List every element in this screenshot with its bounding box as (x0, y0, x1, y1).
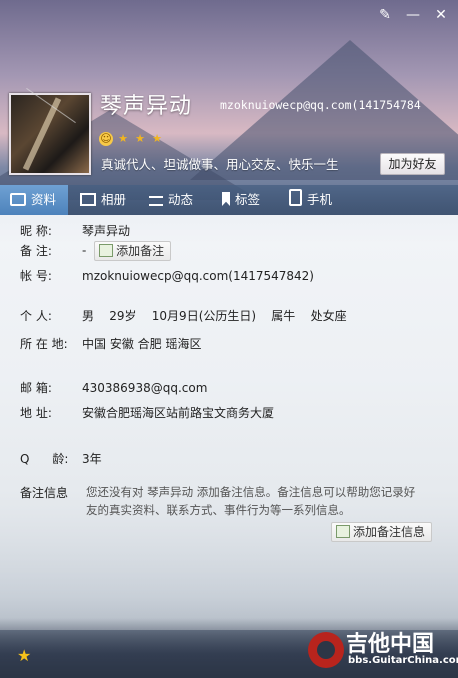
tab-label: 标签 (235, 192, 261, 207)
row-address: 地 址: 安徽合肥瑶海区站前路宝文商务大厦 (20, 404, 274, 421)
field-label: 邮 箱: (20, 381, 52, 395)
tab-tags[interactable]: 标签 (222, 185, 260, 215)
signature: 真诚代人、坦诚做事、用心交友、快乐一生 (101, 157, 339, 172)
field-value: 琴声异动 (82, 224, 131, 238)
tab-label: 动态 (168, 192, 194, 207)
field-label: 备 注: (20, 243, 52, 258)
qq-level[interactable]: ☺ ★ ★ ★ (99, 131, 167, 147)
guitarchina-logo-icon (308, 632, 344, 668)
field-label: 昵 称: (20, 224, 52, 238)
field-label: Q 龄: (20, 452, 69, 466)
button-label: 添加备注信息 (353, 525, 426, 539)
field-value: 中国 安徽 合肥 瑶海区 (82, 337, 202, 351)
add-friend-button[interactable]: 加为好友 (380, 153, 445, 175)
card-icon (10, 193, 26, 206)
field-value: 男 29岁 10月9日(公历生日) 属牛 处女座 (82, 309, 347, 323)
field-value: mzoknuiowecp@qq.com(1417547842) (82, 269, 314, 283)
tab-label: 相册 (101, 192, 127, 207)
watermark-url: bbs.GuitarChina.com (348, 655, 458, 666)
note-description: 您还没有对 琴声异动 添加备注信息。备注信息可以帮助您记录好友的真实资料、联系方… (86, 485, 416, 517)
row-remark: 备 注: - 添加备注 (20, 241, 172, 261)
field-label: 地 址: (20, 406, 52, 420)
star-icon: ★ (118, 132, 128, 145)
field-label: 帐 号: (20, 269, 52, 283)
field-label: 所 在 地: (20, 337, 68, 351)
close-icon[interactable]: ✕ (432, 6, 450, 24)
row-personal: 个 人: 男 29岁 10月9日(公历生日) 属牛 处女座 (20, 307, 347, 324)
star-icon: ★ (152, 132, 162, 145)
note-icon (336, 525, 350, 538)
phone-icon (289, 189, 302, 206)
row-account: 帐 号: mzoknuiowecp@qq.com(1417547842) (20, 267, 314, 284)
note-label: 备注信息 (20, 486, 69, 500)
minimize-icon[interactable]: — (404, 6, 422, 24)
avatar[interactable] (9, 87, 91, 175)
star-icon: ★ (135, 132, 145, 145)
watermark-title: 吉他中国 (346, 632, 435, 657)
watermark: 吉他中国 bbs.GuitarChina.com (304, 626, 458, 678)
profile-details: 昵 称: 琴声异动 备 注: - 添加备注 帐 号: mzoknuiowecp@qq.… (0, 215, 458, 630)
row-email: 邮 箱: 430386938@qq.com (20, 379, 207, 396)
star-icon[interactable]: ★ (17, 646, 31, 665)
note-icon (99, 244, 114, 257)
tab-bar: 资料 相册 动态 标签 手机 (0, 185, 458, 215)
photo-icon (80, 193, 96, 206)
tab-profile[interactable]: 资料 (0, 185, 68, 215)
field-value: 3年 (82, 452, 102, 466)
field-value: 430386938@qq.com (82, 381, 208, 395)
tag-icon (222, 192, 230, 206)
row-qage: Q 龄: 3年 (20, 450, 102, 467)
tab-album[interactable]: 相册 (80, 185, 126, 215)
tab-label: 手机 (307, 192, 333, 207)
tab-mobile[interactable]: 手机 (289, 185, 332, 215)
field-label: 个 人: (20, 309, 52, 323)
tab-feed[interactable]: 动态 (149, 185, 193, 215)
button-label: 添加备注 (116, 244, 165, 258)
tab-label: 资料 (31, 192, 57, 207)
add-remark-button[interactable]: 添加备注 (94, 241, 172, 261)
list-icon (149, 196, 163, 206)
brush-icon[interactable]: ✎ (376, 6, 394, 24)
nickname: 琴声异动 (100, 94, 193, 119)
header-email: mzoknuiowecp@qq.com(141754784 (220, 98, 421, 112)
row-nickname: 昵 称: 琴声异动 (20, 222, 130, 239)
add-note-info-button[interactable]: 添加备注信息 (331, 522, 433, 542)
field-value: - (82, 243, 87, 258)
profile-window: ✎ — ✕ 琴声异动 mzoknuiowecp@qq.com(141754784… (0, 0, 458, 678)
row-location: 所 在 地: 中国 安徽 合肥 瑶海区 (20, 335, 201, 352)
smiley-icon: ☺ (99, 132, 113, 146)
field-value: 安徽合肥瑶海区站前路宝文商务大厦 (82, 406, 275, 420)
